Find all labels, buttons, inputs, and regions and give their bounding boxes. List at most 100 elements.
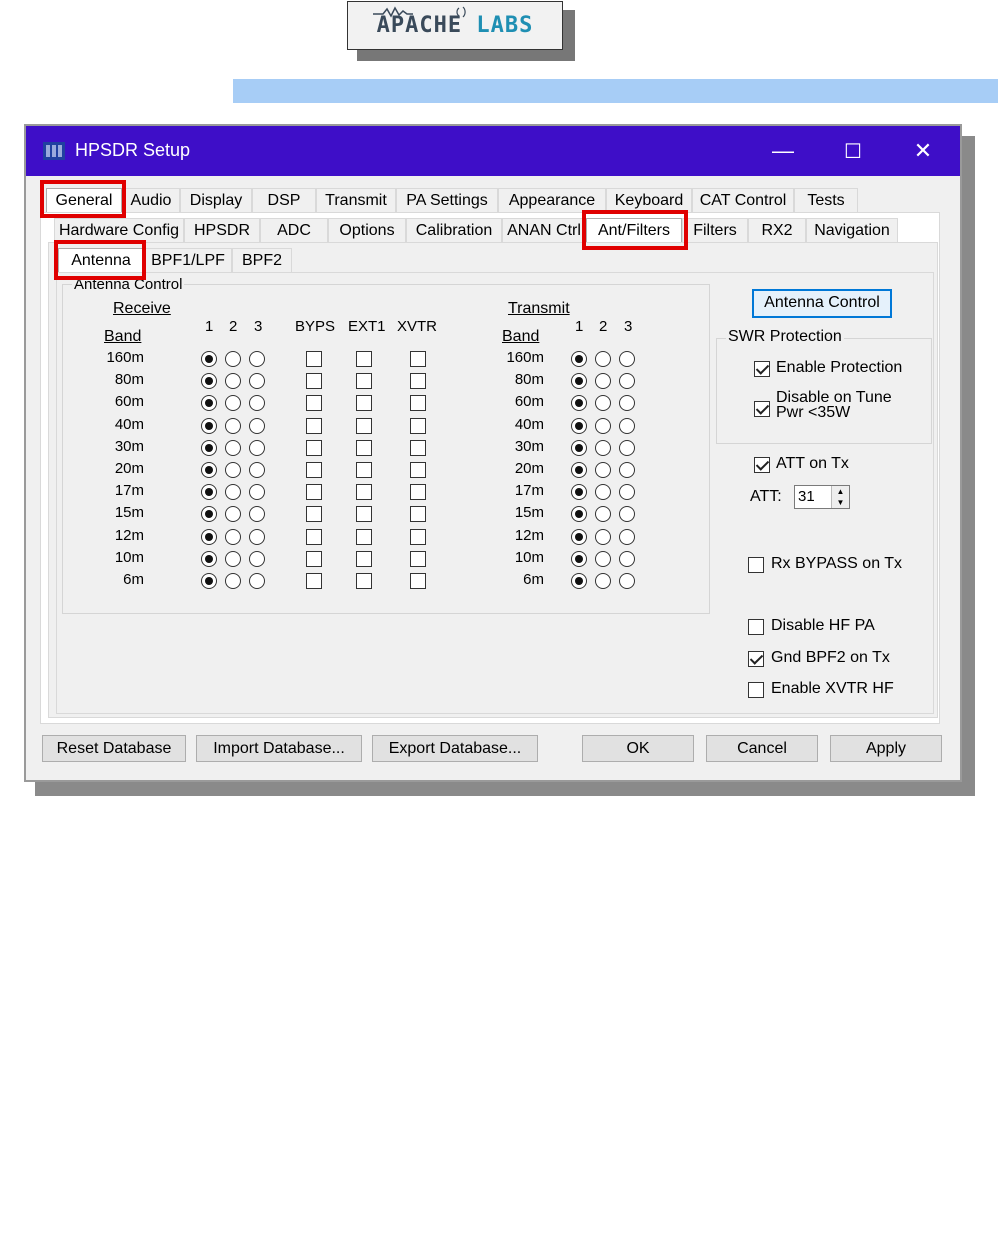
tx-40m-ant2-radio[interactable] bbox=[595, 418, 611, 434]
tx-10m-ant3-radio[interactable] bbox=[619, 551, 635, 567]
tx-15m-ant3-radio[interactable] bbox=[619, 506, 635, 522]
maximize-button[interactable]: ☐ bbox=[838, 136, 868, 166]
disable-hf-pa-label: Disable HF PA bbox=[771, 617, 875, 634]
gnd-bpf2-checkbox[interactable] bbox=[748, 651, 764, 667]
tab-appearance[interactable]: Appearance bbox=[498, 188, 606, 212]
tab-bpf1-lpf[interactable]: BPF1/LPF bbox=[144, 248, 232, 272]
tab-dsp[interactable]: DSP bbox=[252, 188, 316, 212]
att-on-tx-label: ATT on Tx bbox=[776, 455, 849, 472]
tx-band-label-60m: 60m bbox=[514, 393, 544, 410]
xvtr-header: XVTR bbox=[397, 318, 438, 335]
reset-database-button[interactable]: Reset Database bbox=[42, 735, 186, 762]
cancel-button[interactable]: Cancel bbox=[706, 735, 818, 762]
tx-6m-ant2-radio[interactable] bbox=[595, 573, 611, 589]
tx-60m-ant3-radio[interactable] bbox=[619, 395, 635, 411]
rx-bypass-checkbox[interactable] bbox=[748, 557, 764, 573]
tab-rx2[interactable]: RX2 bbox=[748, 218, 806, 242]
tab-general[interactable]: General bbox=[46, 188, 122, 212]
byps-header: BYPS bbox=[295, 318, 336, 335]
tab-filters[interactable]: Filters bbox=[682, 218, 748, 242]
tab-hardware-config[interactable]: Hardware Config bbox=[54, 218, 184, 242]
enable-protection-checkbox[interactable] bbox=[754, 361, 770, 377]
tx-band-label-6m: 6m bbox=[523, 571, 544, 588]
tx-80m-ant2-radio[interactable] bbox=[595, 373, 611, 389]
close-button[interactable]: ✕ bbox=[908, 136, 938, 166]
tab-calibration[interactable]: Calibration bbox=[406, 218, 502, 242]
tx-30m-ant1-radio[interactable] bbox=[571, 440, 587, 456]
tx-12m-ant1-radio[interactable] bbox=[571, 529, 587, 545]
tx-band-label-40m: 40m bbox=[514, 416, 544, 433]
rx-ant-2-header: 2 bbox=[229, 318, 238, 335]
enable-protection-label: Enable Protection bbox=[776, 359, 903, 376]
rx-bypass-label: Rx BYPASS on Tx bbox=[771, 555, 903, 572]
att-spinner[interactable]: 31 ▲ ▼ bbox=[794, 485, 850, 509]
tx-12m-ant3-radio[interactable] bbox=[619, 529, 635, 545]
tx-15m-ant2-radio[interactable] bbox=[595, 506, 611, 522]
tab-adc[interactable]: ADC bbox=[260, 218, 328, 242]
ok-button[interactable]: OK bbox=[582, 735, 694, 762]
tab-cat-control[interactable]: CAT Control bbox=[692, 188, 794, 212]
tx-60m-ant2-radio[interactable] bbox=[595, 395, 611, 411]
tx-band-label-12m: 12m bbox=[514, 527, 544, 544]
tx-12m-ant2-radio[interactable] bbox=[595, 529, 611, 545]
tx-40m-ant3-radio[interactable] bbox=[619, 418, 635, 434]
tx-20m-ant3-radio[interactable] bbox=[619, 462, 635, 478]
signal-wave-icon bbox=[373, 6, 466, 18]
minimize-button[interactable]: — bbox=[768, 136, 798, 166]
disable-hf-pa-checkbox[interactable] bbox=[748, 619, 764, 635]
tx-17m-ant3-radio[interactable] bbox=[619, 484, 635, 500]
tx-80m-ant3-radio[interactable] bbox=[619, 373, 635, 389]
receive-label: Receive bbox=[113, 300, 171, 317]
tab-tests[interactable]: Tests bbox=[794, 188, 858, 212]
gnd-bpf2-label: Gnd BPF2 on Tx bbox=[771, 649, 890, 666]
tab-audio[interactable]: Audio bbox=[122, 188, 180, 212]
tx-60m-ant1-radio[interactable] bbox=[571, 395, 587, 411]
import-database-button[interactable]: Import Database... bbox=[196, 735, 362, 762]
export-database-button[interactable]: Export Database... bbox=[372, 735, 538, 762]
tab-keyboard[interactable]: Keyboard bbox=[606, 188, 692, 212]
tx-15m-ant1-radio[interactable] bbox=[571, 506, 587, 522]
tx-17m-ant2-radio[interactable] bbox=[595, 484, 611, 500]
disable-on-tune-label-line2: Pwr <35W bbox=[776, 404, 851, 421]
tab-navigation[interactable]: Navigation bbox=[806, 218, 898, 242]
att-on-tx-checkbox[interactable] bbox=[754, 457, 770, 473]
tx-10m-ant1-radio[interactable] bbox=[571, 551, 587, 567]
tab-ant-filters[interactable]: Ant/Filters bbox=[586, 218, 682, 242]
disable-on-tune-checkbox[interactable] bbox=[754, 401, 770, 417]
tab-anan-ctrl[interactable]: ANAN Ctrl bbox=[502, 218, 586, 242]
tab-antenna[interactable]: Antenna bbox=[58, 248, 144, 272]
tx-band-header: Band bbox=[502, 328, 540, 345]
tx-30m-ant3-radio[interactable] bbox=[619, 440, 635, 456]
swr-protection-title: SWR Protection bbox=[726, 328, 844, 346]
tab-options[interactable]: Options bbox=[328, 218, 406, 242]
antenna-control-button[interactable]: Antenna Control bbox=[752, 289, 892, 318]
tab-transmit[interactable]: Transmit bbox=[316, 188, 396, 212]
tab-bpf2[interactable]: BPF2 bbox=[232, 248, 292, 272]
tab-display[interactable]: Display bbox=[180, 188, 252, 212]
spin-down-icon[interactable]: ▼ bbox=[832, 497, 849, 508]
enable-xvtr-hf-checkbox[interactable] bbox=[748, 682, 764, 698]
tx-6m-ant1-radio[interactable] bbox=[571, 573, 587, 589]
tx-80m-ant1-radio[interactable] bbox=[571, 373, 587, 389]
apache-labs-logo: APACHE LABS bbox=[347, 1, 563, 50]
tx-17m-ant1-radio[interactable] bbox=[571, 484, 587, 500]
tx-160m-ant2-radio[interactable] bbox=[595, 351, 611, 367]
tx-160m-ant1-radio[interactable] bbox=[571, 351, 587, 367]
tx-10m-ant2-radio[interactable] bbox=[595, 551, 611, 567]
tx-ant-1-header: 1 bbox=[575, 318, 584, 335]
rx-band-header: Band bbox=[104, 328, 142, 345]
tab-hpsdr[interactable]: HPSDR bbox=[184, 218, 260, 242]
title-bar[interactable]: HPSDR Setup — ☐ ✕ bbox=[26, 126, 960, 176]
tab-pa-settings[interactable]: PA Settings bbox=[396, 188, 498, 212]
tx-20m-ant2-radio[interactable] bbox=[595, 462, 611, 478]
tx-30m-ant2-radio[interactable] bbox=[595, 440, 611, 456]
tx-band-label-20m: 20m bbox=[514, 460, 544, 477]
antenna-control-group-title: Antenna Control bbox=[72, 276, 185, 293]
spinner-arrows[interactable]: ▲ ▼ bbox=[831, 486, 849, 508]
spin-up-icon[interactable]: ▲ bbox=[832, 486, 849, 497]
apply-button[interactable]: Apply bbox=[830, 735, 942, 762]
tx-20m-ant1-radio[interactable] bbox=[571, 462, 587, 478]
tx-40m-ant1-radio[interactable] bbox=[571, 418, 587, 434]
tx-160m-ant3-radio[interactable] bbox=[619, 351, 635, 367]
tx-6m-ant3-radio[interactable] bbox=[619, 573, 635, 589]
